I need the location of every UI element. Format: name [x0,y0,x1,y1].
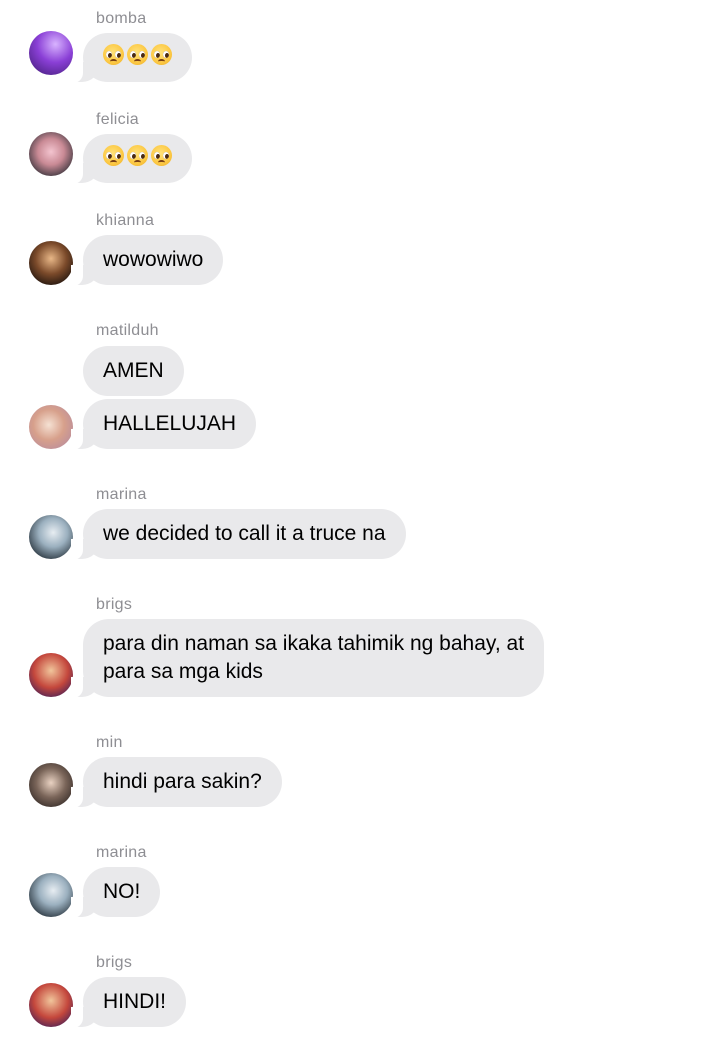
sender-name: min [96,734,123,751]
sender-name: brigs [96,954,133,971]
sender-name: brigs [96,596,133,613]
avatar[interactable] [29,653,73,697]
avatar[interactable] [29,515,73,559]
message-text: para din naman sa ikaka tahimik ng bahay… [103,632,525,655]
message-text: AMEN [103,359,164,382]
pleading-face-emoji [151,44,172,65]
message-bubble[interactable]: we decided to call it a truce na [71,509,406,560]
avatar[interactable] [29,405,73,449]
message-bubble[interactable]: AMEN [83,346,184,396]
message-bubble[interactable] [71,33,192,83]
message-bubble[interactable]: HALLELUJAH [70,399,257,450]
avatar[interactable] [29,31,73,75]
avatar[interactable] [29,983,73,1027]
pleading-face-emoji [103,145,124,166]
pleading-face-emoji [127,145,148,166]
message-bubble[interactable]: NO! [70,867,161,918]
message-bubble[interactable]: hindi para sakin? [71,757,282,808]
sender-name: marina [96,486,147,503]
pleading-face-emoji [103,44,124,65]
message-text: hindi para sakin? [103,770,262,793]
message-text: NO! [103,880,141,903]
message-text: wowowiwo [103,248,204,271]
message-text: HINDI! [103,990,166,1013]
message-bubble[interactable]: wowowiwo [70,235,224,286]
pleading-face-emoji [127,44,148,65]
pleading-face-emoji [151,145,172,166]
avatar[interactable] [29,241,73,285]
sender-name: khianna [96,212,155,229]
message-bubble[interactable]: para din naman sa ikaka tahimik ng bahay… [70,619,545,698]
sender-name: marina [96,844,147,861]
message-bubble[interactable] [71,134,192,184]
message-text: we decided to call it a truce na [103,522,386,545]
avatar[interactable] [29,763,73,807]
message-bubble[interactable]: HINDI! [71,977,186,1028]
avatar[interactable] [29,873,73,917]
sender-name: bomba [96,10,147,27]
sender-name: felicia [96,111,140,128]
message-text: HALLELUJAH [103,412,237,435]
avatar[interactable] [29,132,73,176]
sender-name: matilduh [96,322,159,339]
message-text: para sa mga kids [103,660,263,683]
message-thread: bomba felicia khianna wowowiwo matilduh … [0,0,718,1040]
